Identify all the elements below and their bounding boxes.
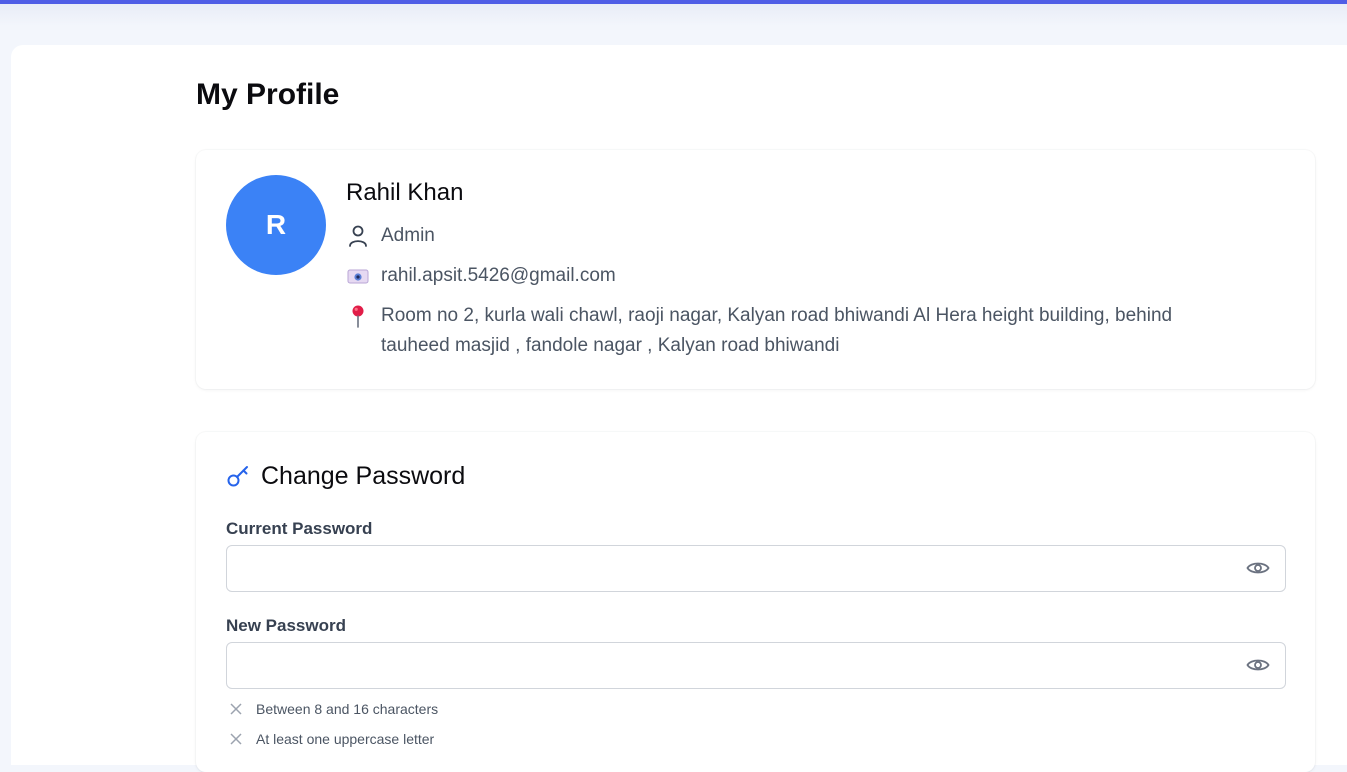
email-icon xyxy=(346,261,370,291)
profile-card: R Rahil Khan Admin rahil.apsit.5426@gmai… xyxy=(196,150,1315,389)
new-password-label: New Password xyxy=(226,616,346,635)
new-password-input[interactable] xyxy=(239,643,1223,688)
header-area xyxy=(0,4,1347,26)
profile-name: Rahil Khan xyxy=(346,179,464,206)
change-password-heading: Change Password xyxy=(226,462,465,491)
profile-address-row: Room no 2, kurla wali chawl, raoji nagar… xyxy=(346,301,1226,361)
change-password-title: Change Password xyxy=(261,462,466,490)
show-current-password-eye-icon[interactable] xyxy=(1245,557,1271,579)
page-title: My Profile xyxy=(196,78,340,111)
avatar: R xyxy=(226,175,326,275)
profile-email-row: rahil.apsit.5426@gmail.com xyxy=(346,261,616,291)
map-pin-icon xyxy=(346,301,370,331)
user-icon xyxy=(346,221,370,251)
profile-role-row: Admin xyxy=(346,221,435,251)
profile-address: Room no 2, kurla wali chawl, raoji nagar… xyxy=(381,305,1173,356)
profile-email: rahil.apsit.5426@gmail.com xyxy=(381,265,616,286)
current-password-field-wrapper xyxy=(226,545,1286,592)
password-rule-text: Between 8 and 16 characters xyxy=(256,701,439,717)
profile-role: Admin xyxy=(381,225,435,246)
new-password-field-wrapper xyxy=(226,642,1286,689)
password-rule-uppercase: At least one uppercase letter xyxy=(226,731,434,747)
change-password-card: Change Password Current Password New Pas… xyxy=(196,432,1315,772)
password-rule-text: At least one uppercase letter xyxy=(256,731,435,747)
password-rule-length: Between 8 and 16 characters xyxy=(226,701,438,717)
x-mark-icon xyxy=(226,702,246,716)
show-new-password-eye-icon[interactable] xyxy=(1245,654,1271,676)
current-password-input[interactable] xyxy=(239,546,1223,591)
x-mark-icon xyxy=(226,732,246,746)
key-icon xyxy=(226,464,251,489)
current-password-label: Current Password xyxy=(226,519,373,538)
